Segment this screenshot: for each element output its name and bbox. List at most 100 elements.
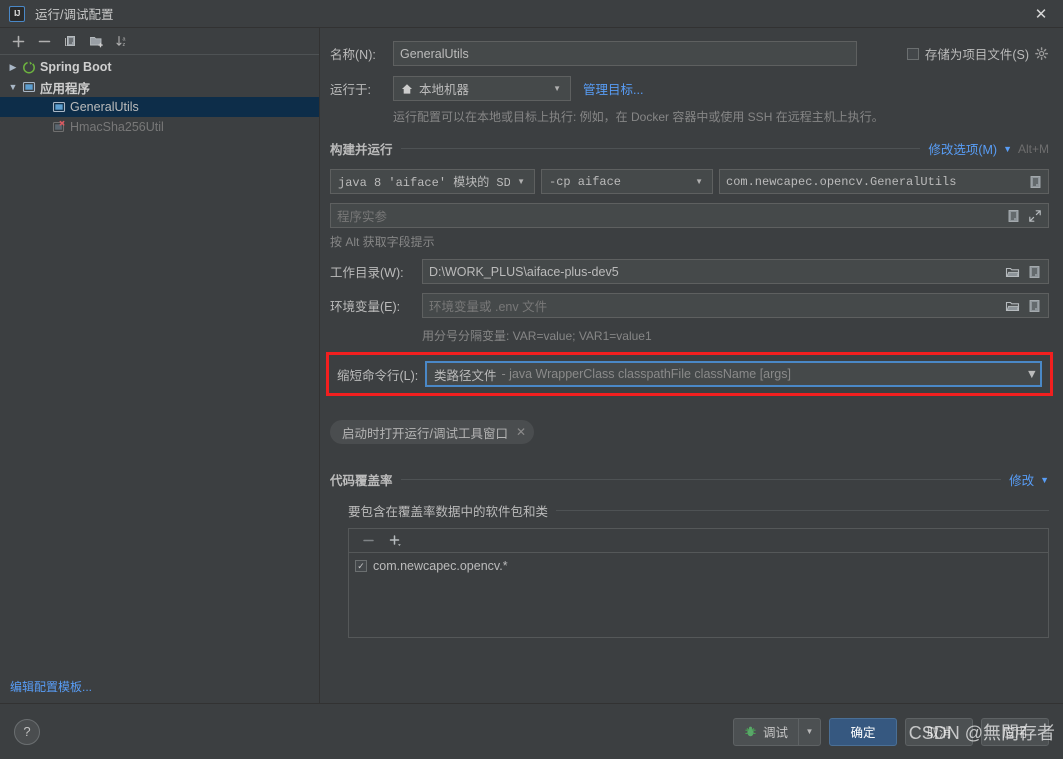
help-button[interactable]: ?: [14, 718, 40, 745]
sidebar-toolbar: a z: [0, 28, 319, 55]
window-title: 运行/调试配置: [35, 8, 114, 22]
build-and-run-section-header: 构建并运行 修改选项(M) ▼ Alt+M: [330, 139, 1049, 158]
working-directory-input[interactable]: D:\WORK_PLUS\aiface-plus-dev5: [422, 259, 1049, 284]
list-item[interactable]: ✓ com.newcapec.opencv.*: [355, 557, 1048, 575]
expand-field-icon[interactable]: [1027, 174, 1043, 190]
close-icon[interactable]: ✕: [516, 425, 526, 439]
chevron-down-icon[interactable]: ▼: [510, 177, 532, 186]
expand-field-icon[interactable]: [1005, 208, 1021, 224]
debug-button[interactable]: 调试: [734, 719, 798, 745]
coverage-package-label: com.newcapec.opencv.*: [373, 559, 508, 573]
chevron-down-icon[interactable]: ▼: [688, 177, 710, 186]
coverage-modify-link[interactable]: 修改: [1009, 470, 1034, 489]
remove-configuration-button[interactable]: [32, 30, 56, 53]
coverage-packages-block: 要包含在覆盖率数据中的软件包和类 ✓ com.newcapec.opencv.*: [348, 501, 1049, 638]
program-arguments-input[interactable]: 程序实参: [330, 203, 1049, 228]
store-as-project-file-checkbox[interactable]: ✓: [906, 47, 919, 60]
store-as-project-file-label: 存储为项目文件(S): [924, 48, 1029, 62]
main-class-input[interactable]: com.newcapec.opencv.GeneralUtils: [719, 169, 1049, 194]
run-on-label: 运行于:: [330, 83, 371, 97]
cancel-button[interactable]: 取消: [905, 717, 973, 746]
alt-hint: 按 Alt 获取字段提示: [330, 235, 435, 249]
remove-package-button[interactable]: [356, 529, 380, 552]
coverage-package-list: ✓ com.newcapec.opencv.*: [349, 553, 1048, 637]
footer-buttons: 调试 ▼ 确定 取消 应用: [732, 717, 1049, 746]
configurations-sidebar: a z ▶ Spring Boot ▼ 应用程序 GeneralUtils Hm…: [0, 28, 320, 703]
edit-configuration-templates-link[interactable]: 编辑配置模板...: [10, 678, 92, 695]
expand-field-icon[interactable]: [1026, 264, 1042, 280]
apply-button[interactable]: 应用: [981, 717, 1049, 746]
shorten-command-line-highlight: 缩短命令行(L): 类路径文件 - java WrapperClass clas…: [326, 352, 1053, 396]
tree-item-hmacsha256util[interactable]: · HmacSha256Util: [0, 117, 319, 137]
chevron-down-icon[interactable]: ▼: [1026, 367, 1038, 381]
chevron-down-icon[interactable]: ▼: [798, 718, 820, 745]
copy-configuration-button[interactable]: [58, 30, 82, 53]
add-package-button[interactable]: [384, 529, 408, 552]
modify-options-link[interactable]: 修改选项(M): [928, 139, 997, 158]
name-label: 名称(N):: [330, 48, 376, 62]
coverage-section-header: 代码覆盖率 修改 ▼: [330, 470, 1049, 489]
tree-item-generalutils[interactable]: · GeneralUtils: [0, 97, 319, 117]
classpath-combo[interactable]: -cp aiface ▼: [541, 169, 713, 194]
sort-configurations-button[interactable]: a z: [110, 30, 134, 53]
chevron-down-icon[interactable]: ▼: [1040, 475, 1049, 485]
name-input[interactable]: GeneralUtils: [393, 41, 857, 66]
program-arguments-row: 程序实参: [330, 203, 1049, 228]
shorten-command-line-value: 类路径文件: [434, 368, 497, 383]
tree-item-label: 应用程序: [40, 81, 91, 96]
coverage-subtitle: 要包含在覆盖率数据中的软件包和类: [348, 505, 549, 519]
name-row: 名称(N): GeneralUtils ✓ 存储为项目文件(S): [330, 41, 1049, 66]
environment-variables-hint: 用分号分隔变量: VAR=value; VAR1=value1: [422, 329, 652, 343]
expand-field-icon[interactable]: [1026, 298, 1042, 314]
environment-variables-input[interactable]: 环境变量或 .env 文件: [422, 293, 1049, 318]
close-icon[interactable]: ✕: [1019, 0, 1063, 28]
browse-folder-icon[interactable]: [1004, 264, 1020, 280]
tree-item-label: Spring Boot: [40, 60, 112, 74]
modify-options-shortcut: Alt+M: [1017, 141, 1049, 156]
add-configuration-button[interactable]: [6, 30, 30, 53]
bug-icon: [744, 725, 757, 738]
chevron-down-icon[interactable]: ▼: [546, 84, 568, 93]
coverage-subsection-header: 要包含在覆盖率数据中的软件包和类: [348, 501, 1049, 520]
open-run-tool-window-chip[interactable]: 启动时打开运行/调试工具窗口 ✕: [330, 420, 535, 444]
section-divider: [400, 479, 1002, 480]
browse-folder-icon[interactable]: [1004, 298, 1020, 314]
dialog-body: a z ▶ Spring Boot ▼ 应用程序 GeneralUtils Hm…: [0, 28, 1063, 703]
tree-item-spring-boot[interactable]: ▶ Spring Boot: [0, 57, 319, 77]
home-icon: [401, 83, 413, 95]
new-folder-button[interactable]: [84, 30, 108, 53]
tree-item-label: GeneralUtils: [70, 100, 139, 114]
section-divider: [400, 148, 921, 149]
dialog-footer: ? 调试 ▼ 确定 取消 应用 CSDN @無間存者: [0, 703, 1063, 759]
sdk-combo[interactable]: java 8 'aiface' 模块的 SDK ▼: [330, 169, 535, 194]
build-config-row: java 8 'aiface' 模块的 SDK ▼ -cp aiface ▼ c…: [330, 169, 1049, 194]
run-on-target-combo[interactable]: 本地机器 ▼: [393, 76, 571, 101]
intellij-idea-icon: IJ: [9, 5, 25, 22]
spring-boot-icon: [20, 60, 37, 74]
svg-text:z: z: [122, 42, 125, 48]
environment-variables-label: 环境变量(E):: [330, 300, 401, 314]
classpath-value: -cp aiface: [549, 174, 622, 189]
shorten-command-line-combo[interactable]: 类路径文件 - java WrapperClass classpathFile …: [425, 361, 1042, 387]
manage-targets-link[interactable]: 管理目标...: [583, 79, 643, 98]
working-directory-row: 工作目录(W): D:\WORK_PLUS\aiface-plus-dev5: [330, 259, 1049, 284]
application-icon: [20, 80, 37, 94]
tree-item-application-group[interactable]: ▼ 应用程序: [0, 77, 319, 97]
environment-variables-row: 环境变量(E): 环境变量或 .env 文件: [330, 293, 1049, 318]
gear-icon[interactable]: [1035, 46, 1049, 61]
chevron-down-icon[interactable]: ▼: [6, 82, 20, 92]
configurations-tree: ▶ Spring Boot ▼ 应用程序 GeneralUtils HmacSh…: [0, 55, 319, 703]
run-on-target-value: 本地机器: [419, 83, 470, 97]
coverage-packages-box: ✓ com.newcapec.opencv.*: [348, 528, 1049, 638]
tree-item-label: HmacSha256Util: [70, 120, 164, 134]
application-error-icon: [50, 120, 67, 134]
expand-editor-icon[interactable]: [1027, 208, 1043, 224]
chevron-right-icon[interactable]: ▶: [6, 62, 20, 73]
build-and-run-title: 构建并运行: [330, 143, 393, 157]
coverage-package-checkbox[interactable]: ✓: [355, 560, 367, 572]
working-directory-value: D:\WORK_PLUS\aiface-plus-dev5: [429, 264, 619, 279]
environment-variables-placeholder: 环境变量或 .env 文件: [429, 300, 548, 314]
ok-button[interactable]: 确定: [829, 717, 897, 746]
coverage-title: 代码覆盖率: [330, 474, 393, 488]
chevron-down-icon[interactable]: ▼: [1003, 144, 1012, 154]
